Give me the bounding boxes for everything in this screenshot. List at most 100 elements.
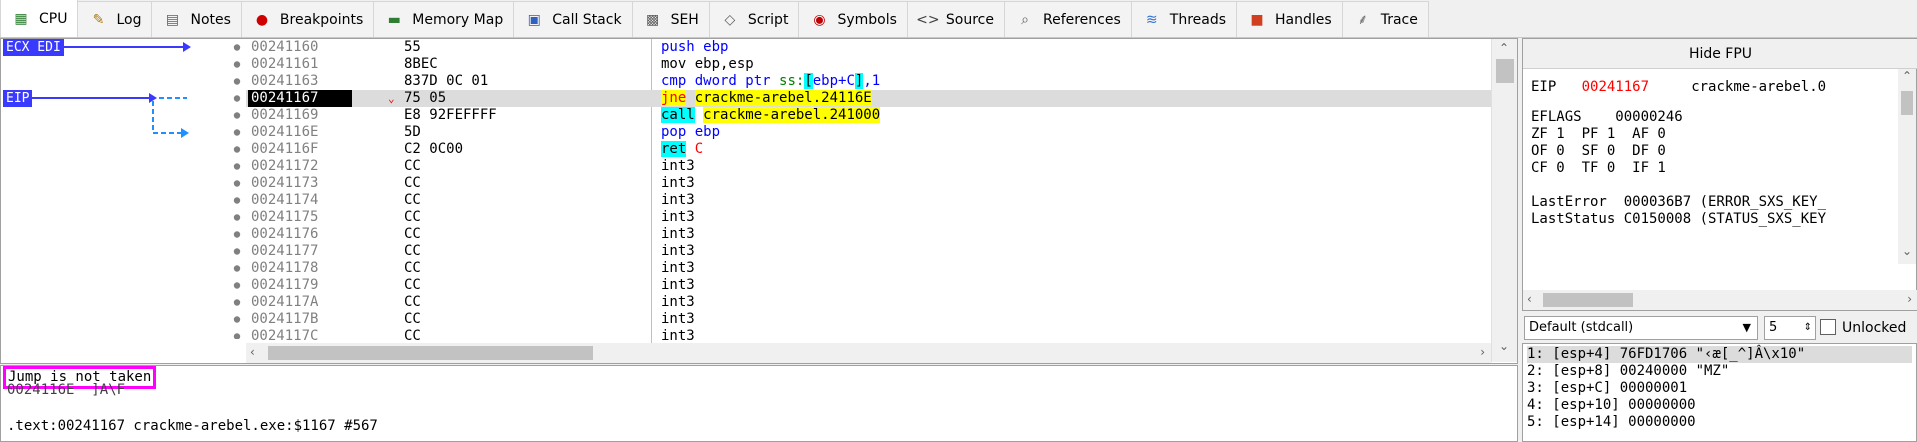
tab-call-stack[interactable]: ▣ Call Stack — [513, 1, 633, 37]
disasm-row[interactable]: 0024116F C2 0C00 ret C — [246, 141, 1491, 158]
hscroll-thumb[interactable] — [268, 346, 593, 360]
tab-references[interactable]: ⌕ References — [1003, 1, 1132, 37]
breakpoint-dot[interactable] — [233, 299, 241, 306]
tab-log[interactable]: ✎ Log — [77, 1, 153, 37]
disasm-horizontal-scrollbar[interactable]: ‹ › — [246, 343, 1491, 363]
disasm-row[interactable]: 0024116E 5D pop ebp — [246, 124, 1491, 141]
scroll-thumb[interactable] — [1496, 59, 1514, 83]
breakpoint-dot[interactable] — [233, 316, 241, 323]
instruction-bytes: CC — [404, 226, 421, 242]
disasm-row[interactable]: 00241163 837D 0C 01 cmp dword ptr ss:[ebp+… — [246, 73, 1491, 90]
disasm-row[interactable]: 00241178 CC int3 — [246, 260, 1491, 277]
disasm-row[interactable]: 00241176 CC int3 — [246, 226, 1491, 243]
tab-label: Symbols — [837, 11, 897, 28]
flags-row-1[interactable]: ZF 1 PF 1 AF 0 — [1531, 126, 1666, 143]
unlocked-checkbox[interactable] — [1820, 319, 1836, 335]
tab-memory-map[interactable]: ▬ Memory Map — [373, 1, 515, 37]
breakpoint-dot[interactable] — [233, 265, 241, 272]
tab-trace[interactable]: ⸙ Trace — [1341, 1, 1429, 37]
breakpoint-dot[interactable] — [233, 95, 241, 102]
breakpoint-dot[interactable] — [233, 44, 241, 51]
regs-scroll-down-icon[interactable]: ⌄ — [1902, 244, 1912, 258]
breakpoint-dot[interactable] — [233, 112, 241, 119]
stack-arg-row[interactable]: 3: [esp+C] 00000001 — [1527, 380, 1912, 397]
disasm-row[interactable]: 00241177 CC int3 — [246, 243, 1491, 260]
tab-label: Source — [945, 11, 994, 28]
instruction-address: 0024116E — [251, 124, 319, 140]
breakpoint-dot[interactable] — [233, 61, 241, 68]
disasm-row[interactable]: 00241179 CC int3 — [246, 277, 1491, 294]
breakpoint-dot[interactable] — [233, 282, 241, 289]
breakpoint-dot[interactable] — [233, 248, 241, 255]
regs-scroll-left-icon[interactable]: ‹ — [1527, 292, 1532, 306]
calling-convention-select[interactable]: Default (stdcall) ▼ — [1524, 316, 1758, 340]
stack-arg-row[interactable]: 2: [esp+8] 00240000 "MZ" — [1527, 363, 1912, 380]
tab-label: References — [1042, 11, 1121, 28]
breakpoint-dot[interactable] — [233, 333, 241, 339]
scroll-right-icon[interactable]: › — [1480, 345, 1485, 359]
stack-arg-row[interactable]: 5: [esp+14] 00000000 — [1527, 414, 1912, 431]
instruction-bytes: CC — [404, 243, 421, 259]
disasm-row[interactable]: 0024117B CC int3 — [246, 311, 1491, 328]
tab-script[interactable]: ◇ Script — [708, 1, 800, 37]
scroll-left-icon[interactable]: ‹ — [250, 345, 255, 359]
disasm-row-current[interactable]: 00241167 75 05 jne crackme-arebel.24116E — [246, 90, 1491, 107]
tab-threads[interactable]: ≋ Threads — [1130, 1, 1238, 37]
arg-count-spinner[interactable]: 5 ⇕ — [1764, 316, 1816, 340]
tab-seh[interactable]: ▩ SEH — [631, 1, 710, 37]
regs-hscroll-thumb[interactable] — [1543, 293, 1633, 307]
instruction-text: int3 — [661, 294, 695, 310]
spinner-arrows-icon[interactable]: ⇕ — [1804, 317, 1812, 339]
breakpoint-dot[interactable] — [233, 146, 241, 153]
regs-horizontal-scrollbar[interactable]: ‹ › — [1523, 290, 1917, 310]
breakpoint-dot[interactable] — [233, 78, 241, 85]
disasm-row[interactable]: 0024117A CC int3 — [246, 294, 1491, 311]
tab-breakpoints[interactable]: ● Breakpoints — [240, 1, 375, 37]
disassembly-lines[interactable]: 00241160 55 push ebp 00241161 8BEC mov ebp,es… — [246, 39, 1491, 362]
disasm-row[interactable]: 00241174 CC int3 — [246, 192, 1491, 209]
tab-source[interactable]: <> Source — [906, 1, 1005, 37]
references-icon: ⌕ — [1021, 11, 1029, 28]
eflags-row[interactable]: EFLAGS 00000246 — [1531, 109, 1683, 126]
disassembly-view[interactable]: ECX EDI EIP 00241160 55 push ebp 00241161 8B… — [0, 38, 1518, 364]
dropdown-caret-icon[interactable]: ▼ — [1743, 317, 1751, 339]
disasm-row[interactable]: 00241173 CC int3 — [246, 175, 1491, 192]
breakpoint-dot[interactable] — [233, 129, 241, 136]
eip-register-row[interactable]: EIP 00241167 crackme-arebel.0 — [1531, 79, 1826, 96]
hide-fpu-button[interactable]: Hide FPU — [1523, 39, 1917, 69]
breakpoint-dot[interactable] — [233, 197, 241, 204]
stack-arg-row[interactable]: 1: [esp+4] 76FD1706 "‹æ[_^]Â\x10" — [1527, 346, 1912, 363]
instruction-bytes: E8 92FEFFFF — [404, 107, 497, 123]
tab-handles[interactable]: ■ Handles — [1236, 1, 1343, 37]
tab-symbols[interactable]: ◉ Symbols — [798, 1, 908, 37]
disasm-row[interactable]: 00241160 55 push ebp — [246, 39, 1491, 56]
last-status-row[interactable]: LastStatus C0150008 (STATUS_SXS_KEY — [1531, 211, 1826, 228]
stack-arguments-view[interactable]: 1: [esp+4] 76FD1706 "‹æ[_^]Â\x10" 2: [esp… — [1522, 343, 1917, 442]
disasm-row[interactable]: 00241161 8BEC mov ebp,esp — [246, 56, 1491, 73]
tab-cpu[interactable]: ▦ CPU — [0, 0, 79, 37]
ecx-edi-label: ECX EDI — [3, 39, 64, 56]
flags-row-3[interactable]: CF 0 TF 0 IF 1 — [1531, 160, 1666, 177]
disasm-row[interactable]: 00241172 CC int3 — [246, 158, 1491, 175]
regs-vertical-scrollbar[interactable]: ⌃ ⌄ — [1898, 69, 1916, 264]
breakpoint-dot[interactable] — [233, 180, 241, 187]
breakpoint-dot[interactable] — [233, 214, 241, 221]
disasm-row[interactable]: 00241169 E8 92FEFFFF call crackme-arebel.2… — [246, 107, 1491, 124]
scroll-down-icon[interactable]: ⌄ — [1499, 339, 1509, 353]
regs-scroll-right-icon[interactable]: › — [1907, 292, 1912, 306]
disasm-row[interactable]: 00241175 CC int3 — [246, 209, 1491, 226]
stack-arg-row[interactable]: 4: [esp+10] 00000000 — [1527, 397, 1912, 414]
registers-view[interactable]: Hide FPU EIP 00241167 crackme-arebel.0 E… — [1522, 38, 1917, 311]
regs-scroll-thumb[interactable] — [1901, 91, 1913, 115]
last-error-row[interactable]: LastError 000036B7 (ERROR_SXS_KEY_ — [1531, 194, 1826, 211]
jump-target-line: 0024116E ]A\F — [7, 382, 126, 398]
disasm-vertical-scrollbar[interactable]: ⌃ ⌄ — [1491, 39, 1517, 362]
scroll-up-icon[interactable]: ⌃ — [1499, 41, 1509, 55]
instruction-text: push ebp — [661, 39, 729, 55]
instruction-address: 00241169 — [251, 107, 319, 123]
breakpoint-dot[interactable] — [233, 231, 241, 238]
breakpoint-dot[interactable] — [233, 163, 241, 170]
tab-notes[interactable]: ▤ Notes — [151, 1, 242, 37]
regs-scroll-up-icon[interactable]: ⌃ — [1902, 69, 1912, 83]
flags-row-2[interactable]: OF 0 SF 0 DF 0 — [1531, 143, 1666, 160]
